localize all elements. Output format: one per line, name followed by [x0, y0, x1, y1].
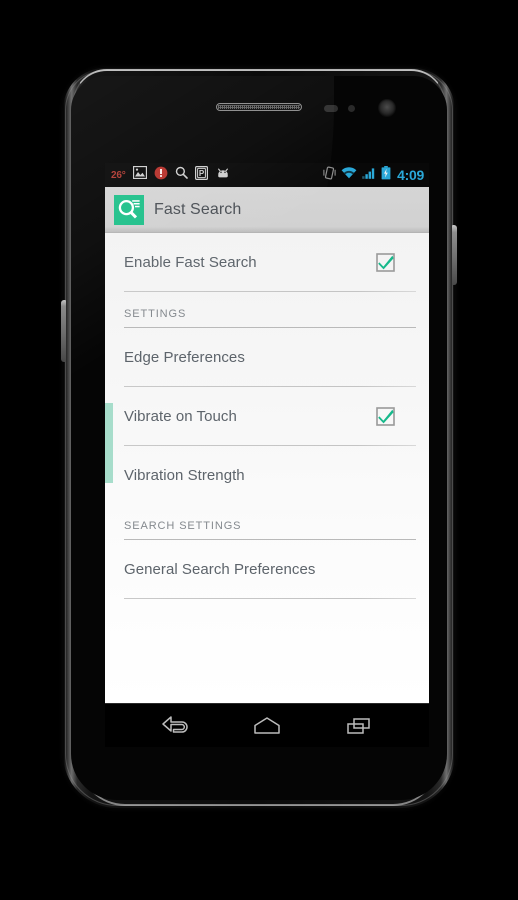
- preference-label: Vibrate on Touch: [124, 407, 237, 425]
- recents-button[interactable]: [331, 704, 387, 748]
- preference-label: General Search Preferences: [124, 560, 316, 578]
- fast-search-app-icon[interactable]: [114, 194, 144, 225]
- android-icon: [215, 166, 231, 184]
- status-bar-left-icons: 26° P: [111, 165, 231, 185]
- battery-charging-icon: [381, 165, 391, 185]
- status-bar: 26° P 4:09: [105, 163, 429, 187]
- gallery-icon: [132, 165, 147, 184]
- preference-list: Enable Fast Search SETTINGS Edge Prefere…: [105, 233, 429, 703]
- phone-front-glass: 26° P 4:09 Fast Search Enable Fast Searc…: [71, 76, 447, 800]
- svg-text:P: P: [198, 169, 204, 178]
- section-label: SETTINGS: [124, 308, 187, 320]
- status-bar-right-icons: 4:09: [323, 165, 424, 185]
- speaker-grille-icon: [216, 103, 302, 111]
- alert-icon: [154, 166, 168, 185]
- volume-rocker[interactable]: [61, 300, 66, 362]
- light-sensor-icon: [348, 105, 355, 112]
- parking-icon: P: [194, 165, 208, 185]
- section-header-settings: SETTINGS: [105, 292, 429, 327]
- phone-screen: 26° P 4:09 Fast Search Enable Fast Searc…: [105, 163, 429, 747]
- back-button[interactable]: [147, 704, 203, 748]
- navigation-bar: [105, 703, 429, 747]
- enable-fast-search-checkbox[interactable]: [376, 252, 395, 272]
- search-icon: [175, 166, 188, 184]
- vibrate-on-touch-checkbox[interactable]: [376, 406, 395, 426]
- preference-label: Vibration Strength: [124, 466, 245, 484]
- preference-enable-fast-search[interactable]: Enable Fast Search: [105, 233, 429, 291]
- preference-label: Enable Fast Search: [124, 253, 257, 271]
- page-title: Fast Search: [154, 200, 242, 218]
- front-camera-icon: [378, 99, 396, 117]
- home-button[interactable]: [239, 704, 295, 748]
- wifi-icon: [341, 166, 357, 184]
- signal-icon: [362, 166, 376, 184]
- preference-vibrate-on-touch[interactable]: Vibrate on Touch: [105, 387, 429, 445]
- proximity-sensor-icon: [324, 105, 338, 112]
- section-label: SEARCH SETTINGS: [124, 520, 242, 532]
- section-header-search-settings: SEARCH SETTINGS: [105, 504, 429, 539]
- temperature-indicator: 26°: [111, 169, 126, 181]
- vibrate-icon: [323, 166, 336, 185]
- preference-edge-preferences[interactable]: Edge Preferences: [105, 328, 429, 386]
- preference-label: Edge Preferences: [124, 348, 245, 366]
- clock: 4:09: [397, 167, 424, 183]
- power-button[interactable]: [452, 225, 457, 285]
- action-bar: Fast Search: [105, 187, 429, 233]
- preference-general-search-preferences[interactable]: General Search Preferences: [105, 540, 429, 598]
- preference-vibration-strength[interactable]: Vibration Strength: [105, 446, 429, 504]
- phone-device: 26° P 4:09 Fast Search Enable Fast Searc…: [61, 68, 457, 808]
- list-divider: [124, 598, 416, 599]
- speaker-mesh: [218, 105, 300, 109]
